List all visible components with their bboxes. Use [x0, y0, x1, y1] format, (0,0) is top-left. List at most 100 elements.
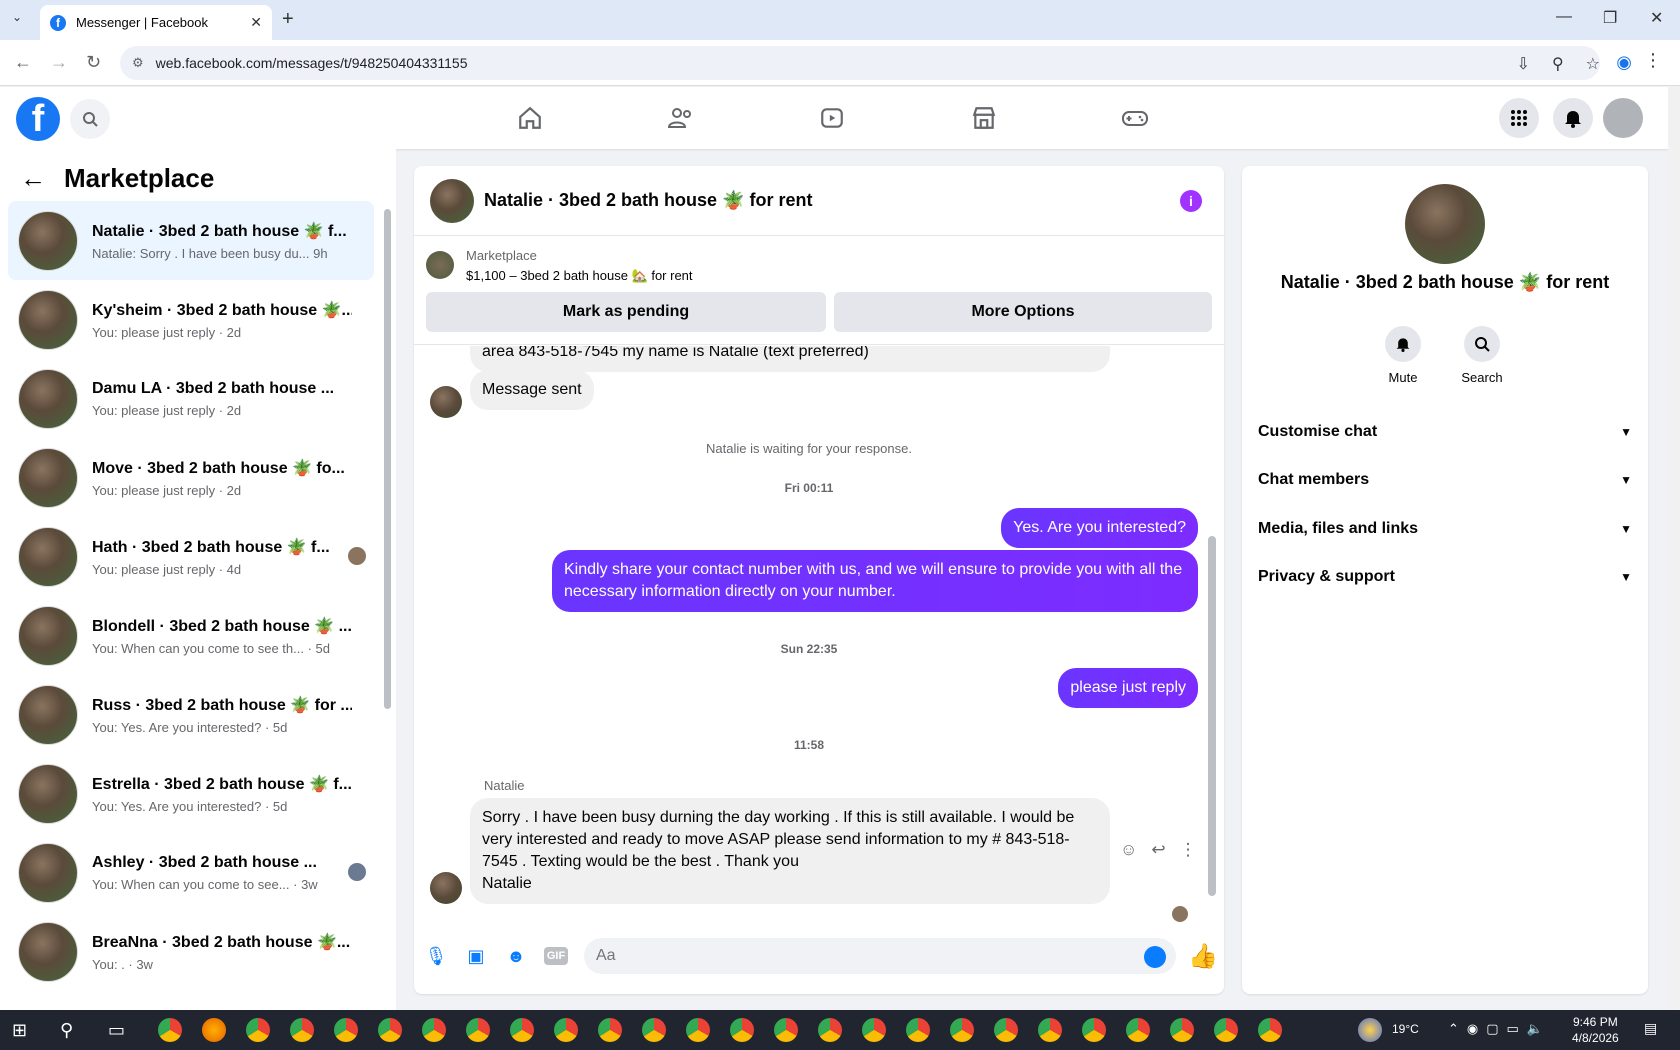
- chrome-app-icon[interactable]: [1170, 1018, 1194, 1042]
- sticker-icon[interactable]: ☻: [504, 944, 528, 968]
- message-bubble-incoming[interactable]: Message sent: [470, 370, 594, 410]
- new-tab-icon[interactable]: +: [282, 8, 294, 31]
- browser-profile-icon[interactable]: ◉: [1616, 52, 1632, 73]
- reply-icon[interactable]: ↩: [1151, 840, 1165, 860]
- conversation-item[interactable]: Hath · 3bed 2 bath house 🪴 f... You: plea…: [8, 517, 374, 596]
- chrome-app-icon[interactable]: [1214, 1018, 1238, 1042]
- chrome-app-icon[interactable]: [1258, 1018, 1282, 1042]
- chrome-app-icon[interactable]: [730, 1018, 754, 1042]
- temperature[interactable]: 19°C: [1392, 1022, 1419, 1036]
- network-icon[interactable]: ▭: [1507, 1021, 1519, 1037]
- home-nav-button[interactable]: [500, 101, 560, 135]
- restore-icon[interactable]: ❐: [1603, 8, 1617, 28]
- customise-chat-section[interactable]: Customise chat ▼: [1258, 412, 1632, 452]
- conversation-item[interactable]: Blondell · 3bed 2 bath house 🪴 ... You: W…: [8, 596, 374, 675]
- message-bubble-outgoing[interactable]: Yes. Are you interested?: [1001, 508, 1198, 548]
- message-bubble-outgoing[interactable]: Kindly share your contact number with us…: [552, 550, 1198, 612]
- chrome-app-icon[interactable]: [950, 1018, 974, 1042]
- microphone-icon[interactable]: 🎙: [424, 944, 448, 968]
- react-icon[interactable]: ☺: [1120, 840, 1137, 860]
- taskbar-clock[interactable]: 9:46 PM 4/8/2026: [1572, 1014, 1619, 1046]
- chrome-app-icon[interactable]: [774, 1018, 798, 1042]
- message-input[interactable]: [584, 938, 1176, 974]
- chrome-app-icon[interactable]: [466, 1018, 490, 1042]
- menu-grid-button[interactable]: [1499, 98, 1539, 138]
- mark-pending-button[interactable]: Mark as pending: [426, 292, 826, 332]
- conversation-item[interactable]: Damu LA · 3bed 2 bath house ... You: plea…: [8, 359, 374, 438]
- thumbs-up-icon[interactable]: 👍: [1188, 942, 1218, 971]
- photo-icon[interactable]: ▣: [464, 944, 488, 968]
- chat-scrollbar[interactable]: [1208, 536, 1216, 896]
- chrome-app-icon[interactable]: [158, 1018, 182, 1042]
- conversation-item[interactable]: Russ · 3bed 2 bath house 🪴 for ... You: Y…: [8, 675, 374, 754]
- forward-icon[interactable]: →: [50, 52, 68, 73]
- search-button[interactable]: Search: [1442, 326, 1522, 385]
- listing-title[interactable]: $1,100 – 3bed 2 bath house 🏡 for rent: [466, 268, 693, 284]
- conversation-item[interactable]: BreaNna · 3bed 2 bath house 🪴... You: . ·…: [8, 912, 374, 991]
- notifications-button[interactable]: [1553, 98, 1593, 138]
- volume-icon[interactable]: 🔈: [1527, 1021, 1543, 1037]
- weather-icon[interactable]: [1358, 1018, 1382, 1042]
- notification-center-icon[interactable]: ▤: [1644, 1020, 1664, 1040]
- gaming-nav-button[interactable]: [1105, 101, 1165, 135]
- chrome-app-icon[interactable]: [290, 1018, 314, 1042]
- browser-menu-icon[interactable]: ⋮: [1644, 50, 1662, 71]
- video-nav-button[interactable]: [802, 101, 862, 135]
- chrome-app-icon[interactable]: [598, 1018, 622, 1042]
- mute-button[interactable]: Mute: [1363, 326, 1443, 385]
- chrome-app-icon[interactable]: [378, 1018, 402, 1042]
- record-icon[interactable]: ◉: [1467, 1021, 1478, 1037]
- close-tab-icon[interactable]: ✕: [250, 14, 262, 31]
- listing-thumbnail[interactable]: [426, 251, 454, 279]
- reload-icon[interactable]: ↻: [86, 52, 101, 73]
- facebook-search-button[interactable]: [70, 99, 110, 139]
- minimize-icon[interactable]: —: [1556, 8, 1572, 26]
- gif-icon[interactable]: GIF: [544, 947, 568, 965]
- chrome-app-icon[interactable]: [862, 1018, 886, 1042]
- chat-avatar[interactable]: [430, 178, 474, 223]
- chrome-app-icon[interactable]: [818, 1018, 842, 1042]
- back-icon[interactable]: ←: [14, 52, 32, 73]
- info-icon[interactable]: i: [1180, 190, 1202, 212]
- firefox-app-icon[interactable]: [202, 1018, 226, 1042]
- site-info-icon[interactable]: ⚙: [132, 55, 144, 71]
- chrome-app-icon[interactable]: [1126, 1018, 1150, 1042]
- conversation-item[interactable]: Estrella · 3bed 2 bath house 🪴 f... You: …: [8, 754, 374, 833]
- close-window-icon[interactable]: ✕: [1650, 8, 1663, 28]
- chrome-app-icon[interactable]: [1038, 1018, 1062, 1042]
- profile-avatar[interactable]: [1405, 184, 1485, 264]
- more-icon[interactable]: ⋮: [1180, 840, 1197, 860]
- url-field[interactable]: ⚙ web.facebook.com/messages/t/9482504043…: [120, 46, 1600, 80]
- chrome-app-icon[interactable]: [422, 1018, 446, 1042]
- conversation-item[interactable]: Ashley · 3bed 2 bath house ... You: When …: [8, 833, 374, 912]
- chat-title[interactable]: Natalie · 3bed 2 bath house 🪴 for rent: [484, 190, 812, 211]
- chrome-app-icon[interactable]: [554, 1018, 578, 1042]
- taskbar-search-icon[interactable]: ⚲: [60, 1020, 80, 1040]
- chrome-app-icon[interactable]: [510, 1018, 534, 1042]
- left-scrollbar[interactable]: [384, 209, 391, 709]
- chat-members-section[interactable]: Chat members ▼: [1258, 460, 1632, 500]
- windows-start-icon[interactable]: ⊞: [12, 1020, 32, 1040]
- marketplace-nav-button[interactable]: [954, 101, 1014, 135]
- privacy-support-section[interactable]: Privacy & support ▼: [1258, 557, 1632, 597]
- install-icon[interactable]: ⇩: [1517, 54, 1530, 74]
- facebook-logo-icon[interactable]: f: [16, 97, 60, 141]
- bookmark-star-icon[interactable]: ☆: [1586, 54, 1600, 74]
- meet-icon[interactable]: ▢: [1486, 1021, 1498, 1037]
- page-scrollbar[interactable]: [1668, 87, 1680, 1010]
- chevron-up-icon[interactable]: ⌃: [1448, 1021, 1459, 1037]
- chrome-app-icon[interactable]: [994, 1018, 1018, 1042]
- chrome-app-icon[interactable]: [246, 1018, 270, 1042]
- emoji-icon[interactable]: [1144, 946, 1166, 968]
- browser-tab[interactable]: f Messenger | Facebook ✕: [40, 5, 272, 40]
- chrome-app-icon[interactable]: [334, 1018, 358, 1042]
- chrome-app-icon[interactable]: [1082, 1018, 1106, 1042]
- message-bubble-incoming[interactable]: Sorry . I have been busy durning the day…: [470, 798, 1110, 904]
- conversation-item[interactable]: Move · 3bed 2 bath house 🪴 fo... You: ple…: [8, 438, 374, 517]
- account-avatar[interactable]: [1603, 98, 1643, 138]
- friends-nav-button[interactable]: [651, 101, 711, 135]
- tab-search-icon[interactable]: ⌄: [12, 10, 22, 24]
- conversation-item[interactable]: Natalie · 3bed 2 bath house 🪴 f... Natali…: [8, 201, 374, 280]
- chrome-app-icon[interactable]: [906, 1018, 930, 1042]
- conversation-item[interactable]: Ky'sheim · 3bed 2 bath house 🪴... You: pl…: [8, 280, 374, 359]
